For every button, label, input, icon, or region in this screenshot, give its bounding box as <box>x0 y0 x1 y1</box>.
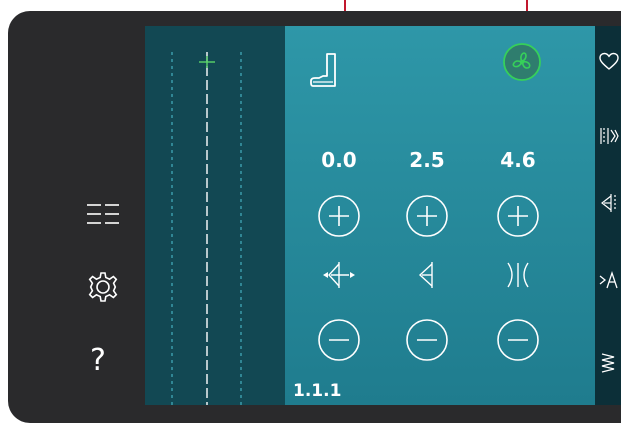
zigzag-icon[interactable] <box>599 352 619 374</box>
stitch-length-plus-button[interactable] <box>496 194 540 238</box>
gear-icon[interactable] <box>86 270 120 304</box>
stitch-width-icon <box>418 262 433 288</box>
stitch-position-plus-button[interactable] <box>317 194 361 238</box>
stitch-length-minus-button[interactable] <box>496 318 540 362</box>
stitch-preview-area[interactable] <box>145 26 285 405</box>
stitch-position-value: 0.0 <box>321 148 357 172</box>
stitch-number-label: 1.1.1 <box>293 381 342 401</box>
stitch-length-icon <box>507 262 529 288</box>
stitch-width-plus-button[interactable] <box>405 194 449 238</box>
stitch-position-icon <box>323 262 355 288</box>
menu-list-icon[interactable] <box>86 202 120 228</box>
stitch-controls-panel: 0.0 2.5 4.6 1.1.1 <box>285 26 595 405</box>
right-toolbar <box>595 26 621 405</box>
stitch-guides <box>171 52 242 405</box>
presser-foot-icon[interactable] <box>309 52 339 90</box>
mirror-side-icon[interactable] <box>599 192 619 214</box>
stitch-position-minus-button[interactable] <box>317 318 361 362</box>
stitch-repeat-icon[interactable] <box>599 126 619 146</box>
stitch-length-value: 4.6 <box>500 148 536 172</box>
sew-speed-icon[interactable] <box>502 42 542 82</box>
help-icon[interactable]: ? <box>86 343 110 378</box>
heart-icon[interactable] <box>599 52 619 72</box>
alphabet-icon[interactable] <box>599 270 619 290</box>
sewing-screen: 0.0 2.5 4.6 1.1.1 <box>145 26 621 405</box>
stitch-width-value: 2.5 <box>409 148 445 172</box>
stitch-width-minus-button[interactable] <box>405 318 449 362</box>
